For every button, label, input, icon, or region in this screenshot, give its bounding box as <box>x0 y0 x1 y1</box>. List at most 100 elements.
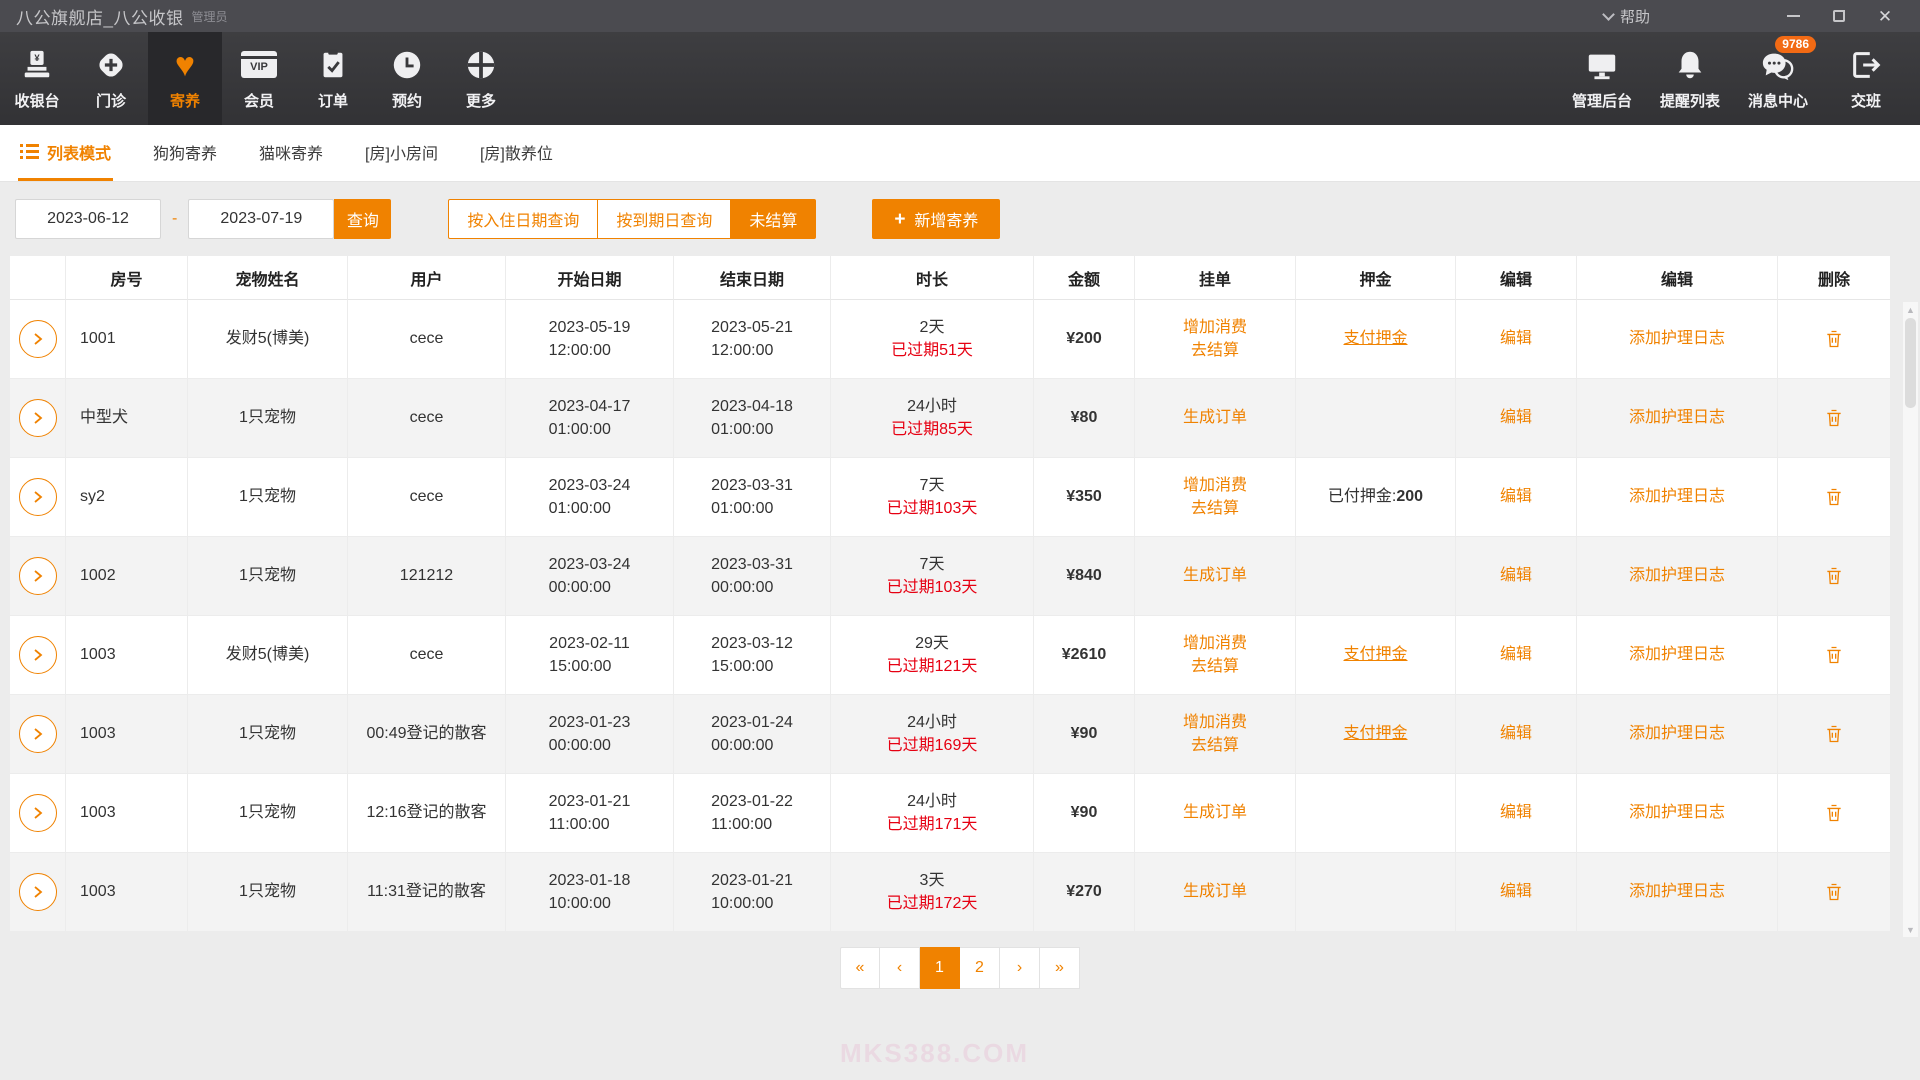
order-action-link[interactable]: 增加消费 <box>1183 711 1247 734</box>
order-action-link[interactable]: 增加消费 <box>1183 474 1247 497</box>
delete-button[interactable] <box>1824 329 1844 349</box>
user-cell[interactable]: cece <box>348 458 506 537</box>
minimize-button[interactable] <box>1770 0 1816 32</box>
table-scrollbar[interactable]: ▲ ▼ <box>1903 302 1918 937</box>
user-cell[interactable]: cece <box>348 379 506 458</box>
add-boarding-button[interactable]: + 新增寄养 <box>872 199 1000 239</box>
delete-button[interactable] <box>1824 566 1844 586</box>
edit-link[interactable]: 编辑 <box>1500 327 1532 350</box>
edit-link[interactable]: 编辑 <box>1500 880 1532 903</box>
prev-page-button[interactable]: ‹ <box>880 947 920 989</box>
nav-item-appointments[interactable]: 预约 <box>370 32 444 125</box>
tab-list-mode[interactable]: 列表模式 <box>18 125 113 181</box>
order-action-link[interactable]: 增加消费 <box>1183 316 1247 339</box>
scrollbar-thumb[interactable] <box>1905 318 1916 408</box>
search-button[interactable]: 查询 <box>334 199 391 239</box>
add-care-log-link[interactable]: 添加护理日志 <box>1629 801 1725 824</box>
close-button[interactable]: ✕ <box>1862 0 1908 32</box>
next-page-button[interactable]: › <box>1000 947 1040 989</box>
trash-icon <box>1824 487 1844 507</box>
start-date-input[interactable] <box>15 199 161 239</box>
add-care-log-link[interactable]: 添加护理日志 <box>1629 722 1725 745</box>
order-action-link[interactable]: 生成订单 <box>1183 406 1247 429</box>
add-care-log-link[interactable]: 添加护理日志 <box>1629 880 1725 903</box>
delete-button[interactable] <box>1824 645 1844 665</box>
nav-item-boarding[interactable]: ♥ 寄养 <box>148 32 222 125</box>
user-cell[interactable]: cece <box>348 300 506 379</box>
deposit-cell: 支付押金 <box>1296 300 1456 379</box>
tab-dog-boarding[interactable]: 狗狗寄养 <box>151 125 219 181</box>
scroll-up-icon[interactable]: ▲ <box>1903 302 1918 317</box>
expand-row-button[interactable] <box>19 478 57 516</box>
nav-item-members[interactable]: VIP 会员 <box>222 32 296 125</box>
nav-item-cashier[interactable]: ¥ 收银台 <box>0 32 74 125</box>
last-page-button[interactable]: » <box>1040 947 1080 989</box>
nav-item-clinic[interactable]: 门诊 <box>74 32 148 125</box>
expand-row-button[interactable] <box>19 557 57 595</box>
edit-link[interactable]: 编辑 <box>1500 722 1532 745</box>
user-cell[interactable]: 121212 <box>348 537 506 616</box>
nav-item-message-center[interactable]: 9786 消息中心 <box>1734 32 1822 125</box>
start-cell: 2023-03-2401:00:00 <box>506 458 674 537</box>
add-care-log-link[interactable]: 添加护理日志 <box>1629 485 1725 508</box>
add-care-log-link[interactable]: 添加护理日志 <box>1629 564 1725 587</box>
page-button-1[interactable]: 1 <box>920 947 960 989</box>
page-button-2[interactable]: 2 <box>960 947 1000 989</box>
nav-item-orders[interactable]: 订单 <box>296 32 370 125</box>
expand-row-button[interactable] <box>19 636 57 674</box>
first-page-button[interactable]: « <box>840 947 880 989</box>
nav-item-reminders[interactable]: 提醒列表 <box>1646 32 1734 125</box>
delete-button[interactable] <box>1824 882 1844 902</box>
edit-link[interactable]: 编辑 <box>1500 643 1532 666</box>
delete-button[interactable] <box>1824 408 1844 428</box>
pay-deposit-link[interactable]: 支付押金 <box>1343 327 1407 350</box>
edit-link[interactable]: 编辑 <box>1500 801 1532 824</box>
expand-row-button[interactable] <box>19 873 57 911</box>
delete-button[interactable] <box>1824 724 1844 744</box>
order-action-link[interactable]: 去结算 <box>1191 655 1239 678</box>
user-cell[interactable]: 11:31登记的散客 <box>348 853 506 932</box>
query-by-due-button[interactable]: 按到期日查询 <box>598 199 731 239</box>
user-cell[interactable]: 00:49登记的散客 <box>348 695 506 774</box>
pay-deposit-link[interactable]: 支付押金 <box>1343 722 1407 745</box>
maximize-button[interactable] <box>1816 0 1862 32</box>
nav-item-shift-change[interactable]: 交班 <box>1822 32 1910 125</box>
list-icon <box>20 144 39 159</box>
delete-button[interactable] <box>1824 487 1844 507</box>
order-action-link[interactable]: 生成订单 <box>1183 801 1247 824</box>
expand-row-button[interactable] <box>19 715 57 753</box>
expand-row-button[interactable] <box>19 399 57 437</box>
order-action-link[interactable]: 生成订单 <box>1183 564 1247 587</box>
unsettled-button[interactable]: 未结算 <box>731 199 816 239</box>
nav-item-admin-backend[interactable]: 管理后台 <box>1558 32 1646 125</box>
scroll-down-icon[interactable]: ▼ <box>1903 922 1918 937</box>
delete-button[interactable] <box>1824 803 1844 823</box>
order-action-link[interactable]: 去结算 <box>1191 734 1239 757</box>
edit-link[interactable]: 编辑 <box>1500 564 1532 587</box>
logout-icon <box>1849 47 1883 83</box>
nav-item-more[interactable]: 更多 <box>444 32 518 125</box>
query-by-checkin-button[interactable]: 按入住日期查询 <box>448 199 598 239</box>
start-time: 00:00:00 <box>549 579 611 596</box>
end-date-input[interactable] <box>188 199 334 239</box>
add-care-log-link[interactable]: 添加护理日志 <box>1629 643 1725 666</box>
help-menu[interactable]: 帮助 <box>1604 6 1650 27</box>
order-action-link[interactable]: 增加消费 <box>1183 632 1247 655</box>
expand-row-button[interactable] <box>19 320 57 358</box>
pet-cell: 发财5(博美) <box>188 300 348 379</box>
order-action-link[interactable]: 去结算 <box>1191 339 1239 362</box>
add-care-log-link[interactable]: 添加护理日志 <box>1629 327 1725 350</box>
user-cell[interactable]: cece <box>348 616 506 695</box>
expand-row-button[interactable] <box>19 794 57 832</box>
add-care-log-link[interactable]: 添加护理日志 <box>1629 406 1725 429</box>
tab-free-range[interactable]: [房]散养位 <box>478 125 555 181</box>
edit-link[interactable]: 编辑 <box>1500 485 1532 508</box>
edit-link[interactable]: 编辑 <box>1500 406 1532 429</box>
tab-small-rooms[interactable]: [房]小房间 <box>363 125 440 181</box>
order-action-link[interactable]: 去结算 <box>1191 497 1239 520</box>
pay-deposit-link[interactable]: 支付押金 <box>1343 643 1407 666</box>
order-action-link[interactable]: 生成订单 <box>1183 880 1247 903</box>
user-cell[interactable]: 12:16登记的散客 <box>348 774 506 853</box>
tab-cat-boarding[interactable]: 猫咪寄养 <box>257 125 325 181</box>
table-row: 1002 1只宠物 121212 2023-03-2400:00:00 2023… <box>10 537 1890 616</box>
